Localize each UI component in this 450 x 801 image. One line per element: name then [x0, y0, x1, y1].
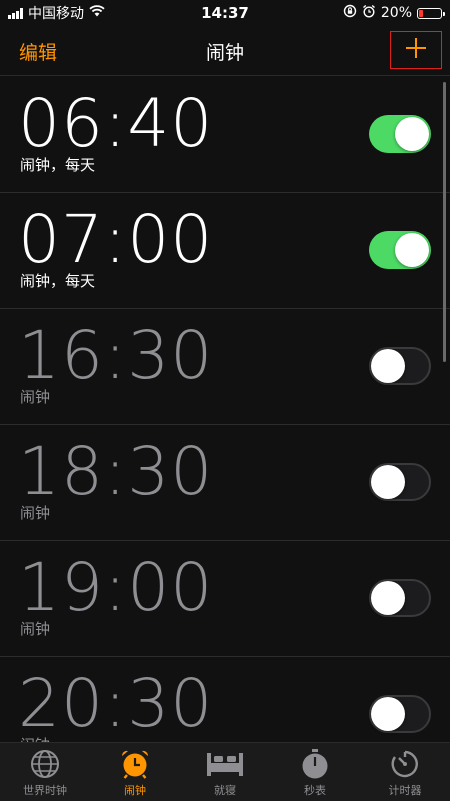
tab-globe[interactable]: 世界时钟	[0, 743, 90, 801]
toggle-knob	[371, 581, 405, 615]
tab-timer[interactable]: 计时器	[360, 743, 450, 801]
wifi-icon	[89, 5, 105, 21]
status-left: 中国移动	[8, 3, 105, 23]
scrollbar[interactable]	[443, 82, 446, 362]
tab-label: 计时器	[388, 784, 422, 797]
toggle-knob	[371, 349, 405, 383]
alarm-toggle[interactable]	[369, 347, 431, 385]
alarm-time: 07:00	[18, 201, 214, 278]
alarm-toggle[interactable]	[369, 579, 431, 617]
alarm-row[interactable]: 18:30 闹钟	[0, 425, 450, 541]
add-alarm-button[interactable]	[390, 31, 442, 69]
toggle-knob	[395, 233, 429, 267]
alarm-toggle[interactable]	[369, 695, 431, 733]
carrier-name: 中国移动	[28, 6, 84, 22]
tab-label: 就寝	[214, 784, 236, 797]
alarm-time: 06:40	[18, 85, 214, 162]
status-bar: 中国移动 14:37 20%	[0, 0, 450, 26]
alarm-time: 18:30	[18, 433, 214, 510]
orientation-lock-icon	[343, 4, 357, 22]
alarm-clock-icon	[119, 748, 151, 780]
alarm-time: 19:00	[18, 549, 214, 626]
alarm-toggle[interactable]	[369, 463, 431, 501]
alarm-status-icon	[362, 4, 376, 22]
toggle-knob	[371, 697, 405, 731]
alarm-label: 闹钟	[20, 734, 50, 742]
tab-label: 世界时钟	[23, 784, 67, 797]
battery-level-fill	[419, 9, 424, 17]
tab-bed[interactable]: 就寝	[180, 743, 270, 801]
edit-button[interactable]: 编辑	[19, 38, 57, 65]
globe-icon	[30, 748, 60, 780]
tab-bar: 世界时钟 闹钟 就寝 秒表 计时器	[0, 742, 450, 801]
timer-icon	[389, 748, 421, 780]
stopwatch-icon	[299, 748, 331, 780]
plus-icon	[405, 37, 427, 63]
battery-percent: 20%	[380, 5, 412, 21]
alarm-list[interactable]: 06:40 闹钟，每天 07:00 闹钟，每天 16:30 闹钟 18:30 闹钟 19:00 闹…	[0, 77, 450, 742]
toggle-knob	[395, 117, 429, 151]
tab-stopwatch[interactable]: 秒表	[270, 743, 360, 801]
tab-label: 闹钟	[124, 784, 146, 797]
page-title: 闹钟	[205, 42, 244, 64]
alarm-toggle[interactable]	[369, 231, 431, 269]
alarm-row[interactable]: 20:30闹钟	[0, 657, 450, 742]
alarm-row[interactable]: 16:30 闹钟	[0, 309, 450, 425]
alarm-label: 闹钟	[20, 388, 51, 406]
alarm-row[interactable]: 07:00 闹钟，每天	[0, 193, 450, 309]
alarm-label: 闹钟	[20, 504, 51, 522]
bed-icon	[205, 748, 245, 780]
alarm-row[interactable]: 06:40 闹钟，每天	[0, 77, 450, 193]
alarm-time: 20:30	[18, 665, 214, 742]
alarm-toggle[interactable]	[369, 115, 431, 153]
toggle-knob	[371, 465, 405, 499]
alarm-time: 16:30	[18, 317, 214, 394]
status-right: 20%	[343, 4, 445, 22]
tab-alarm-clock[interactable]: 闹钟	[90, 743, 180, 801]
battery-icon	[417, 7, 445, 19]
alarm-row[interactable]: 19:00 闹钟	[0, 541, 450, 657]
alarm-label: 闹钟，每天	[20, 272, 96, 290]
navigation-bar: 编辑 闹钟	[0, 26, 450, 76]
tab-label: 秒表	[304, 784, 326, 797]
signal-icon	[8, 7, 23, 19]
alarm-label: 闹钟，每天	[20, 156, 96, 174]
alarm-label: 闹钟	[20, 620, 51, 638]
